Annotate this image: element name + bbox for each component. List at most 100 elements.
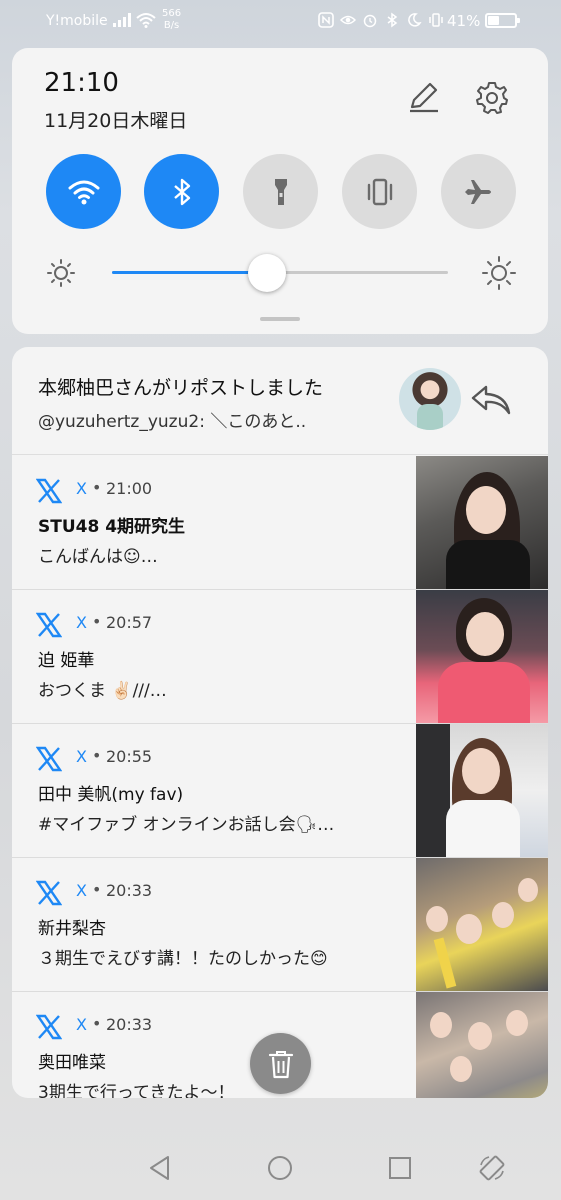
photo-face-2 [456,914,482,944]
photo-figure-face [466,612,504,656]
bluetooth-icon [173,178,190,205]
rotate-icon[interactable] [478,1154,506,1182]
brightness-thumb[interactable] [247,254,286,292]
notification-item[interactable]: X • 20:57 迫 姫華 おつくま ✌🏻///… [12,590,548,724]
photo-figure-body [446,800,520,857]
photo-figure-face [462,748,500,794]
separator: • [92,880,102,899]
x-logo-icon [36,612,62,638]
back-icon[interactable] [146,1154,174,1182]
photo-face-4 [518,878,538,902]
flashlight-toggle[interactable] [243,154,318,229]
notification-item[interactable]: X • 20:55 田中 美帆(my fav) #マイファブ オンラインお話し会… [12,724,548,858]
notification-title: 本郷柚巴さんがリポストしました [38,377,324,399]
photo-snack [433,937,457,989]
notification-thumbnail [416,992,548,1098]
photo-figure-body [438,662,530,723]
vibrate-icon [429,13,443,27]
photo-face-3 [506,1010,528,1036]
clear-all-button[interactable] [250,1033,311,1094]
notification-subtitle: @yuzuhertz_yuzu2: ＼このあと.. [38,412,307,432]
photo-face-4 [450,1056,472,1082]
brightness-low-icon [47,259,75,287]
notification-message: ３期生でえびす講！！たのしかった😊 [38,949,328,969]
separator: • [92,746,102,765]
notification-message: こんばんは☺︎… [38,547,158,567]
edit-icon[interactable] [406,80,440,114]
photo-face-1 [430,1012,452,1038]
gear-icon[interactable] [474,80,510,116]
avatar-figure [417,404,443,430]
sender-name: 迫 姫華 [38,651,95,671]
photo-face-2 [468,1022,492,1050]
separator: • [92,612,102,631]
airplane-icon [464,179,491,204]
app-name: X [76,747,87,766]
brightness-fill [112,271,267,274]
sender-name: 奥田唯菜 [38,1053,106,1073]
x-logo-icon [36,746,62,772]
alarm-icon [363,14,377,28]
separator: • [92,1014,102,1033]
home-icon[interactable] [266,1154,294,1182]
notification-message: 3期生で行ってきたよ〜！ [38,1083,235,1098]
wifi-icon [136,13,156,28]
trash-icon [268,1050,293,1078]
notification-time: 20:55 [106,747,153,766]
status-icons [318,11,444,29]
x-logo-icon [36,880,62,906]
separator: • [92,478,102,497]
sender-name: STU48 4期研究生 [38,517,186,537]
notification-time: 20:33 [106,1015,153,1034]
notification-thumbnail [416,724,548,857]
notification-thumbnail [416,858,548,991]
panel-drag-handle[interactable] [260,317,300,321]
clock-time[interactable]: 21:10 [44,68,119,98]
wifi-icon [68,180,99,204]
bluetooth-toggle[interactable] [144,154,219,229]
navigation-bar [0,1134,561,1200]
airplane-toggle[interactable] [441,154,516,229]
carrier-name: Y!mobile [46,13,108,29]
notification-item[interactable]: X • 21:00 STU48 4期研究生 こんばんは☺︎… [12,456,548,590]
brightness-control [46,254,516,292]
speed-unit: B/s [163,20,180,31]
signal-icon [113,13,131,27]
vibrate-icon [367,178,392,205]
flashlight-icon [274,178,287,205]
photo-door [416,724,450,857]
notification-item[interactable]: X • 20:33 新井梨杏 ３期生でえびす講！！たのしかった😊 [12,858,548,992]
clock-date[interactable]: 11月20日木曜日 [44,106,187,133]
notification-thumbnail [416,590,548,723]
notification-time: 21:00 [106,479,153,498]
photo-face-1 [426,906,448,932]
battery-nub [517,18,520,23]
quick-tiles [46,154,516,230]
app-name: X [76,479,87,498]
brightness-high-icon [482,256,516,290]
notification-message: #マイファブ オンラインお話し会🗣… [38,815,335,835]
vibrate-toggle[interactable] [342,154,417,229]
x-logo-icon [36,1014,62,1040]
notification-message: おつくま ✌🏻///… [38,681,167,701]
speed-value: 566 [162,8,182,19]
battery-icon [485,13,520,28]
sender-name: 田中 美帆(my fav) [38,785,184,805]
network-speed: 566 B/s [162,8,181,32]
photo-figure-body [446,540,530,589]
nfc-icon [318,12,334,28]
quick-settings-panel: 21:10 11月20日木曜日 [12,48,548,334]
repost-notification[interactable]: 本郷柚巴さんがリポストしました @yuzuhertz_yuzu2: ＼このあと.… [12,347,548,455]
app-name: X [76,1015,87,1034]
app-name: X [76,881,87,900]
battery-fill [488,16,499,25]
wifi-toggle[interactable] [46,154,121,229]
reply-icon[interactable] [470,383,512,417]
app-name: X [76,613,87,632]
notification-panel: 本郷柚巴さんがリポストしました @yuzuhertz_yuzu2: ＼このあと.… [12,347,548,1098]
recents-icon[interactable] [386,1154,414,1182]
photo-figure-face [466,486,506,534]
bluetooth-icon [387,12,398,28]
notification-thumbnail [416,456,548,589]
eye-comfort-icon [340,15,356,25]
